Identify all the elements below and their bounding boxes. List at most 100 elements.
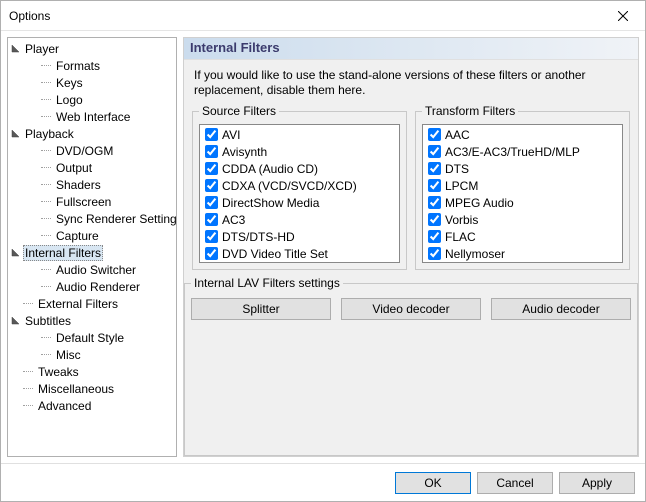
page-content: Internal Filters If you would like to us…	[183, 37, 639, 457]
tree-item[interactable]: Internal Filters	[10, 244, 176, 261]
filter-label: Vorbis	[445, 213, 478, 227]
filter-checkbox[interactable]	[428, 247, 441, 260]
filter-checkbox[interactable]	[205, 247, 218, 260]
source-filters-list[interactable]: AVI Avisynth CDDA (Audio CD) CDXA (VCD/SVCD…	[199, 124, 400, 263]
tree-item[interactable]: Miscellaneous	[10, 380, 176, 397]
filter-checkbox[interactable]	[205, 128, 218, 141]
tree-item[interactable]: Web Interface	[10, 108, 176, 125]
nav-tree[interactable]: Player Formats KeysLogoWeb InterfacePlayba…	[7, 37, 177, 457]
cancel-button[interactable]: Cancel	[477, 472, 553, 494]
tree-item[interactable]: DVD/OGM	[10, 142, 176, 159]
close-button[interactable]	[600, 1, 645, 30]
tree-item[interactable]: Formats	[10, 57, 176, 74]
tree-item[interactable]: External Filters	[10, 295, 176, 312]
filter-checkbox[interactable]	[205, 196, 218, 209]
options-dialog: Options Player Formats KeysLogoWeb Interfa…	[0, 0, 646, 502]
list-item[interactable]: Avisynth	[201, 143, 398, 160]
list-item[interactable]: MPEG Audio	[424, 194, 621, 211]
chevron-down-icon[interactable]	[10, 247, 21, 258]
audio-decoder-button[interactable]: Audio decoder	[491, 298, 631, 320]
chevron-down-icon[interactable]	[10, 43, 21, 54]
filter-checkbox[interactable]	[428, 162, 441, 175]
tree-item[interactable]: Logo	[10, 91, 176, 108]
tree-item-label: Fullscreen	[54, 195, 113, 209]
filter-label: AC3/E-AC3/TrueHD/MLP	[445, 145, 580, 159]
source-filters-legend: Source Filters	[199, 104, 279, 118]
filter-checkbox[interactable]	[205, 230, 218, 243]
list-item[interactable]: FLI/FLC	[201, 262, 398, 263]
list-item[interactable]: AC3/E-AC3/TrueHD/MLP	[424, 143, 621, 160]
transform-filters-group: Transform Filters AAC AC3/E-AC3/TrueHD/ML…	[415, 104, 630, 270]
filter-checkbox[interactable]	[428, 213, 441, 226]
transform-filters-legend: Transform Filters	[422, 104, 518, 118]
ok-button[interactable]: OK	[395, 472, 471, 494]
filter-label: DTS/DTS-HD	[222, 230, 295, 244]
tree-item[interactable]: Misc	[10, 346, 176, 363]
chevron-down-icon[interactable]	[10, 128, 21, 139]
filter-label: Avisynth	[222, 145, 267, 159]
tree-item-label: Default Style	[54, 331, 126, 345]
filter-checkbox[interactable]	[428, 128, 441, 141]
tree-item[interactable]: Fullscreen	[10, 193, 176, 210]
filter-checkbox[interactable]	[205, 179, 218, 192]
window-title: Options	[9, 9, 50, 23]
filter-checkbox[interactable]	[205, 213, 218, 226]
tree-item[interactable]: Advanced	[10, 397, 176, 414]
tree-item[interactable]: Capture	[10, 227, 176, 244]
list-item[interactable]: CDXA (VCD/SVCD/XCD)	[201, 177, 398, 194]
apply-button[interactable]: Apply	[559, 472, 635, 494]
list-item[interactable]: DTS/DTS-HD	[201, 228, 398, 245]
filter-label: CDDA (Audio CD)	[222, 162, 318, 176]
filter-checkbox[interactable]	[428, 196, 441, 209]
list-item[interactable]: DVD Video Title Set	[201, 245, 398, 262]
tree-item[interactable]: Audio Switcher	[10, 261, 176, 278]
source-filters-group: Source Filters AVI Avisynth CDDA (Audio CD…	[192, 104, 407, 270]
filter-checkbox[interactable]	[428, 230, 441, 243]
filter-label: Nellymoser	[445, 247, 505, 261]
tree-item-label: Misc	[54, 348, 83, 362]
filter-checkbox[interactable]	[428, 179, 441, 192]
list-item[interactable]: AC3	[201, 211, 398, 228]
tree-item[interactable]: Player	[10, 40, 176, 57]
list-item[interactable]: AAC	[424, 126, 621, 143]
tree-item[interactable]: Shaders	[10, 176, 176, 193]
filter-label: DVD Video Title Set	[222, 247, 328, 261]
tree-item-label: Formats	[54, 59, 102, 73]
list-item[interactable]: LPCM	[424, 177, 621, 194]
list-item[interactable]: DirectShow Media	[201, 194, 398, 211]
tree-item[interactable]: Keys	[10, 74, 176, 91]
list-item[interactable]: CDDA (Audio CD)	[201, 160, 398, 177]
tree-item-label: Keys	[54, 76, 85, 90]
list-item[interactable]: FLAC	[424, 228, 621, 245]
tree-item[interactable]: Tweaks	[10, 363, 176, 380]
tree-item[interactable]: Output	[10, 159, 176, 176]
list-item[interactable]: Nellymoser	[424, 245, 621, 262]
filter-label: CDXA (VCD/SVCD/XCD)	[222, 179, 357, 193]
filter-checkbox[interactable]	[205, 162, 218, 175]
list-item[interactable]: Vorbis	[424, 211, 621, 228]
tree-item[interactable]: Sync Renderer Settings	[10, 210, 176, 227]
filter-label: AC3	[222, 213, 245, 227]
chevron-down-icon[interactable]	[10, 315, 21, 326]
transform-filters-list[interactable]: AAC AC3/E-AC3/TrueHD/MLP DTSLPCMMPEG Audio…	[422, 124, 623, 263]
tree-item-label: Miscellaneous	[36, 382, 116, 396]
tree-item[interactable]: Subtitles	[10, 312, 176, 329]
video-decoder-button[interactable]: Video decoder	[341, 298, 481, 320]
tree-item-label: External Filters	[36, 297, 120, 311]
filter-label: DTS	[445, 162, 469, 176]
tree-item[interactable]: Playback	[10, 125, 176, 142]
list-item[interactable]: ALAC	[424, 262, 621, 263]
splitter-button[interactable]: Splitter	[191, 298, 331, 320]
filter-checkbox[interactable]	[428, 145, 441, 158]
list-item[interactable]: AVI	[201, 126, 398, 143]
filter-checkbox[interactable]	[205, 145, 218, 158]
tree-item[interactable]: Audio Renderer	[10, 278, 176, 295]
filter-label: FLAC	[445, 230, 476, 244]
tree-item-label: Output	[54, 161, 94, 175]
close-icon	[618, 11, 628, 21]
filter-label: DirectShow Media	[222, 196, 319, 210]
tree-item[interactable]: Default Style	[10, 329, 176, 346]
list-item[interactable]: DTS	[424, 160, 621, 177]
tree-item-label: Subtitles	[23, 314, 73, 328]
dialog-footer: OK Cancel Apply	[1, 463, 645, 501]
